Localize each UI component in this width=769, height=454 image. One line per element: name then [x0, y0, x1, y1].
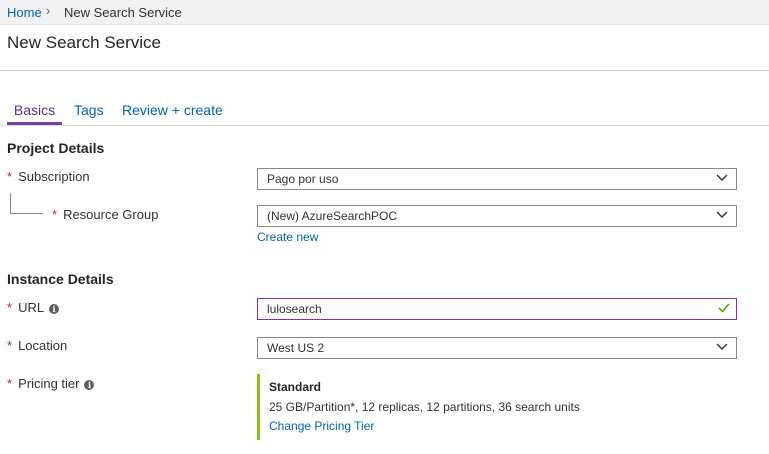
pricing-tier-label-text: Pricing tier: [18, 376, 80, 391]
title-divider: [0, 70, 769, 71]
subscription-label-text: Subscription: [18, 169, 90, 184]
required-marker: *: [7, 300, 13, 315]
url-value: lulosearch: [267, 302, 322, 316]
breadcrumb-home-link[interactable]: Home: [7, 5, 42, 20]
info-icon[interactable]: i: [49, 304, 60, 314]
url-label: * URL i: [7, 300, 60, 315]
required-marker: *: [7, 376, 13, 391]
tree-connector-vertical: [10, 193, 11, 213]
location-dropdown[interactable]: West US 2: [257, 337, 737, 359]
breadcrumb-current: New Search Service: [64, 5, 182, 20]
pricing-tier-name: Standard: [269, 380, 322, 394]
required-marker: *: [7, 169, 13, 184]
location-value: West US 2: [267, 341, 325, 355]
required-marker: *: [52, 207, 58, 222]
tab-basics[interactable]: Basics: [7, 102, 62, 118]
change-pricing-tier-link[interactable]: Change Pricing Tier: [269, 419, 374, 433]
pricing-tier-description: 25 GB/Partition*, 12 replicas, 12 partit…: [269, 400, 580, 414]
resource-group-label: * Resource Group: [52, 207, 158, 222]
chevron-down-icon: [716, 343, 728, 350]
breadcrumb-separator-icon: ›: [46, 3, 51, 18]
breadcrumb-bar: Home › New Search Service: [0, 0, 769, 25]
resource-group-dropdown[interactable]: (New) AzureSearchPOC: [257, 205, 737, 227]
subscription-value: Pago por uso: [267, 172, 339, 186]
page-title: New Search Service: [7, 33, 162, 52]
resource-group-value: (New) AzureSearchPOC: [267, 209, 398, 223]
url-label-text: URL: [18, 300, 45, 315]
pricing-tier-summary: Standard 25 GB/Partition*, 12 replicas, …: [257, 374, 677, 440]
info-icon[interactable]: i: [84, 380, 95, 390]
tabs-divider: [0, 125, 769, 126]
location-label-text: Location: [18, 338, 68, 353]
subscription-dropdown[interactable]: Pago por uso: [257, 168, 737, 190]
checkmark-icon: [718, 303, 730, 313]
location-label: * Location: [7, 338, 67, 353]
section-project-details: Project Details: [7, 140, 105, 156]
pricing-tier-label: * Pricing tier i: [7, 376, 95, 391]
subscription-label: * Subscription: [7, 169, 90, 184]
chevron-down-icon: [716, 174, 728, 181]
section-instance-details: Instance Details: [7, 271, 114, 287]
resource-group-label-text: Resource Group: [63, 207, 159, 222]
chevron-down-icon: [716, 211, 728, 218]
tab-review-create[interactable]: Review + create: [122, 102, 223, 118]
tab-tags[interactable]: Tags: [74, 102, 104, 118]
url-input[interactable]: lulosearch: [257, 298, 737, 320]
required-marker: *: [7, 338, 13, 353]
create-new-link[interactable]: Create new: [257, 230, 318, 244]
tree-connector-horizontal: [10, 213, 43, 214]
